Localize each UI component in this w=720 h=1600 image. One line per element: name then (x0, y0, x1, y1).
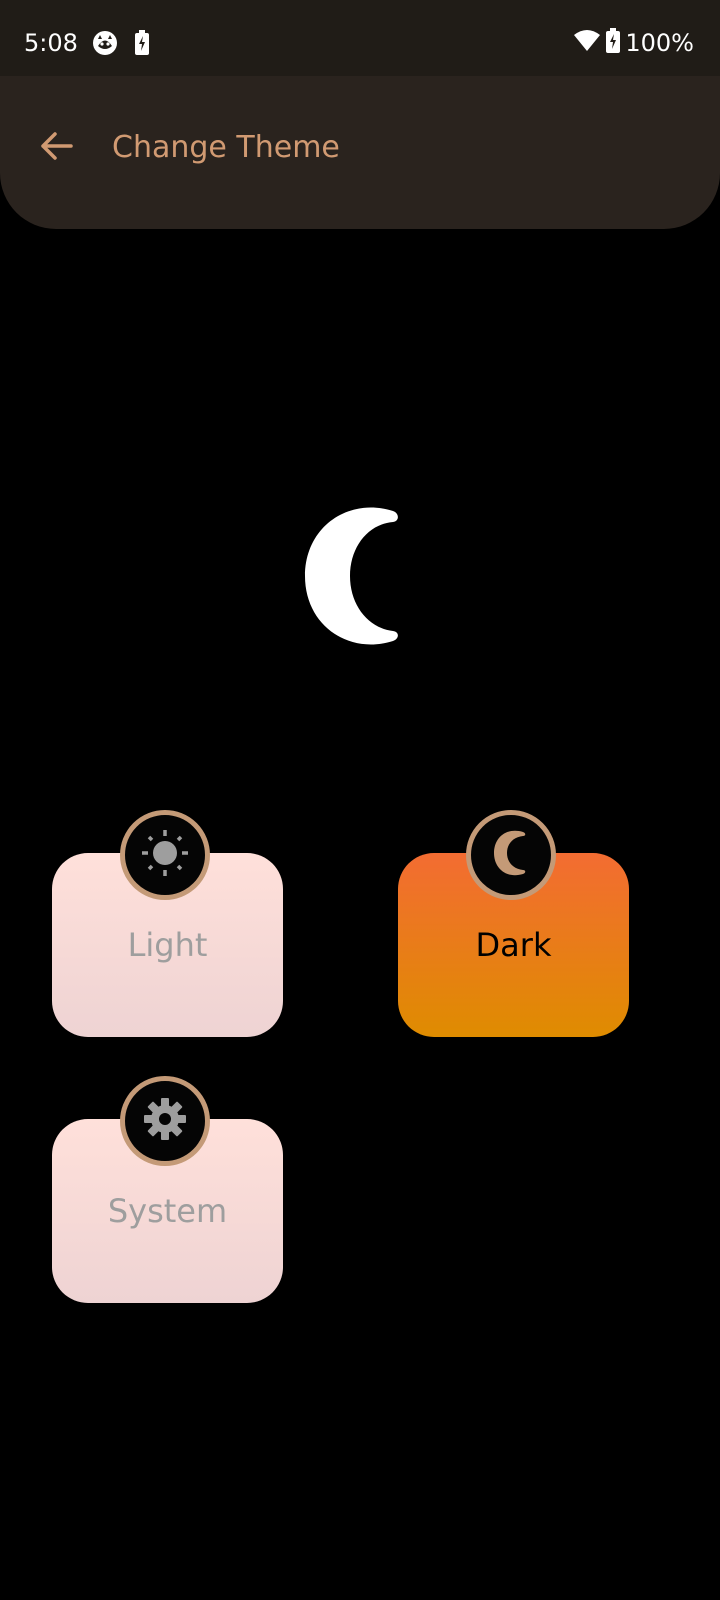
wifi-icon (573, 29, 601, 57)
dark-badge (466, 810, 556, 900)
app-bar: Change Theme (0, 76, 720, 229)
arrow-back-icon (39, 131, 73, 165)
page-title: Change Theme (112, 130, 340, 165)
dark-label: Dark (475, 926, 552, 964)
light-label: Light (127, 926, 208, 964)
theme-option-light[interactable]: Light (52, 810, 283, 1037)
status-right-group: 100% (573, 26, 694, 60)
system-label: System (107, 1192, 228, 1230)
battery-saver-icon (134, 30, 150, 60)
gear-icon (142, 1096, 188, 1146)
battery-percentage: 100% (625, 29, 694, 57)
system-badge (120, 1076, 210, 1166)
sun-icon (140, 828, 190, 882)
theme-option-system[interactable]: System (52, 1076, 283, 1303)
battery-charging-icon (605, 28, 621, 58)
back-button[interactable] (30, 122, 82, 174)
theme-preview-moon-icon (300, 505, 420, 655)
status-time: 5:08 (24, 29, 78, 57)
cat-notification-icon (92, 30, 118, 60)
status-bar: 5:08 100% (0, 0, 720, 76)
light-badge (120, 810, 210, 900)
moon-icon (491, 829, 531, 881)
theme-option-dark[interactable]: Dark (398, 810, 629, 1037)
